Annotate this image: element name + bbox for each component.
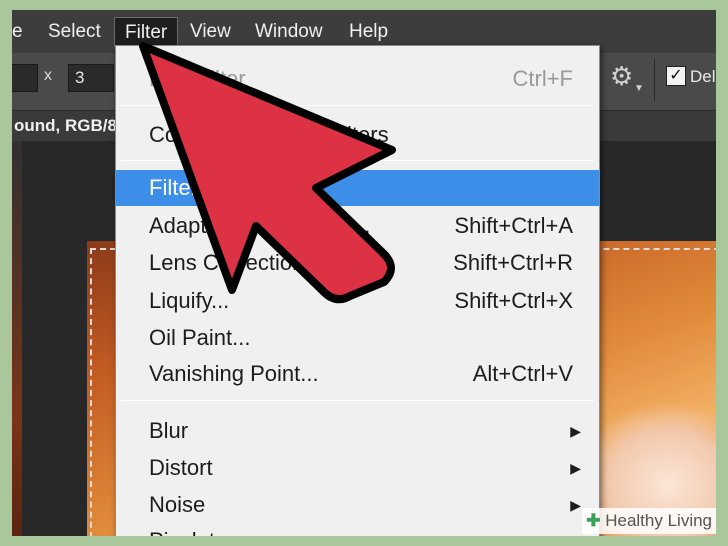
photoshop-window: e Select Filter View Window Help x 3 ⚙ ▼… <box>12 10 716 536</box>
menu-pixelate[interactable]: Pixelate ▶ <box>116 524 599 536</box>
menu-distort[interactable]: Distort ▶ <box>116 451 599 485</box>
menu-separator <box>121 400 594 401</box>
menu-noise[interactable]: Noise ▶ <box>116 488 599 522</box>
submenu-arrow-icon: ▶ <box>570 423 581 439</box>
menu-view[interactable]: View <box>190 17 231 47</box>
toolbar-divider <box>654 59 655 101</box>
plus-leaf-icon: ✚ <box>586 511 601 530</box>
menu-vanishing-point[interactable]: Vanishing Point... Alt+Ctrl+V <box>116 357 599 391</box>
delete-cropped-label: Del <box>690 67 716 86</box>
menu-oil-paint[interactable]: Oil Paint... <box>116 321 599 355</box>
chevron-down-icon[interactable]: ▼ <box>634 83 644 94</box>
menu-convert-smart-filters[interactable]: Convert for Smart Filters <box>116 118 599 152</box>
document-tab[interactable]: ound, RGB/8 <box>12 111 117 141</box>
menu-edit[interactable]: e <box>12 17 23 47</box>
menu-separator <box>121 160 594 161</box>
watermark-text: Healthy Living <box>605 511 712 530</box>
menu-separator <box>121 105 594 106</box>
menu-filter[interactable]: Filter <box>114 17 179 47</box>
menu-window[interactable]: Window <box>255 17 323 47</box>
gear-icon[interactable]: ⚙ <box>610 61 633 92</box>
menu-adaptive-wide-angle[interactable]: Adaptive Wide Angle... Shift+Ctrl+A <box>116 209 599 243</box>
menu-liquify[interactable]: Liquify... Shift+Ctrl+X <box>116 284 599 318</box>
height-field[interactable]: 3 <box>68 64 114 92</box>
watermark: ✚ Healthy Living <box>582 508 716 534</box>
times-label: x <box>44 67 52 84</box>
menu-blur[interactable]: Blur ▶ <box>116 414 599 448</box>
menu-lens-correction[interactable]: Lens Correction... Shift+Ctrl+R <box>116 246 599 280</box>
menu-help[interactable]: Help <box>349 17 388 47</box>
submenu-arrow-icon: ▶ <box>570 460 581 476</box>
submenu-arrow-icon: ▶ <box>570 497 581 513</box>
width-field[interactable] <box>12 64 38 92</box>
submenu-arrow-icon: ▶ <box>570 524 581 536</box>
menu-filter-gallery[interactable]: Filter Gallery... <box>116 170 599 206</box>
filter-menu: Last Filter Ctrl+F Convert for Smart Fil… <box>115 45 600 536</box>
menu-select[interactable]: Select <box>48 17 101 47</box>
canvas-left-edge <box>12 141 22 536</box>
menu-last-filter: Last Filter Ctrl+F <box>149 66 573 91</box>
delete-cropped-checkbox[interactable]: ✓ <box>666 66 686 86</box>
